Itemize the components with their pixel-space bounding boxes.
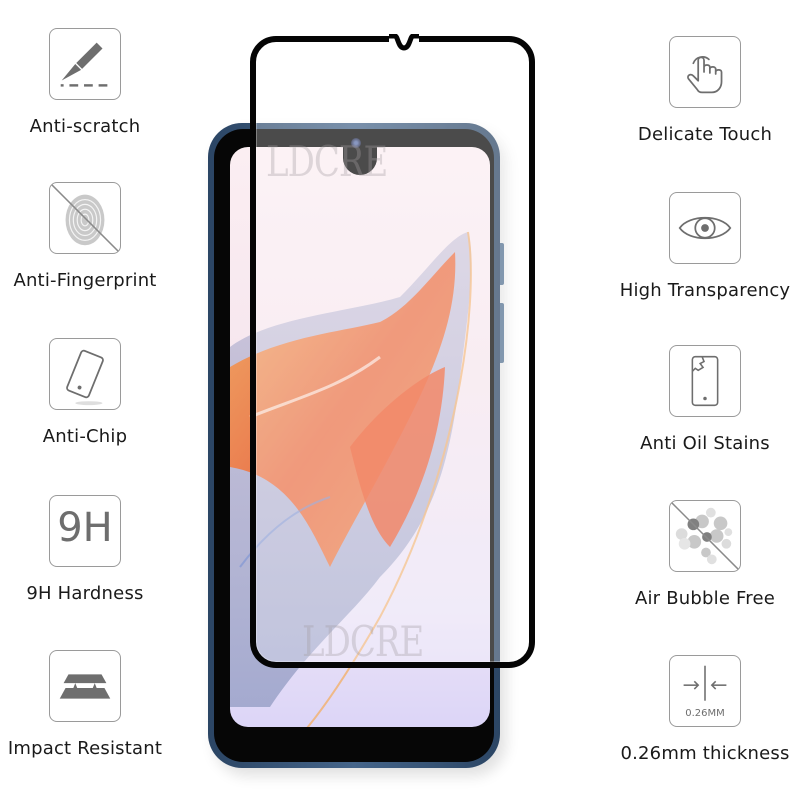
- feature-anti-fingerprint: Anti-Fingerprint: [0, 182, 180, 291]
- thickness-arrows-icon: 0.26MM: [669, 655, 741, 727]
- feature-label: High Transparency: [619, 280, 791, 301]
- crossed-fingerprint-icon: [49, 182, 121, 254]
- feature-impact-resistant: Impact Resistant: [0, 650, 180, 759]
- feature-label: Anti Oil Stains: [640, 433, 770, 454]
- touch-hand-icon: [669, 36, 741, 108]
- crossed-bubbles-icon: [669, 500, 741, 572]
- eye-icon: [669, 192, 741, 264]
- feature-anti-scratch: Anti-scratch: [0, 28, 180, 137]
- screen-protector: [250, 36, 535, 668]
- feature-anti-chip: Anti-Chip: [0, 338, 180, 447]
- tilted-phone-icon: [49, 338, 121, 410]
- layered-plates-icon: [49, 650, 121, 722]
- feature-label: Impact Resistant: [7, 738, 163, 759]
- scalpel-scratch-icon: [49, 28, 121, 100]
- feature-thickness: 0.26MM 0.26mm thickness: [610, 655, 800, 764]
- thickness-value: 0.26MM: [685, 708, 725, 719]
- feature-anti-oil-stains: Anti Oil Stains: [610, 345, 800, 454]
- feature-label: Delicate Touch: [637, 124, 773, 145]
- feature-label: Anti-scratch: [29, 116, 141, 137]
- protector-notch: [389, 34, 419, 51]
- 9h-icon-text: 9H: [57, 505, 113, 551]
- feature-label: Anti-Chip: [42, 426, 128, 447]
- feature-delicate-touch: Delicate Touch: [610, 36, 800, 145]
- feature-9h-hardness: 9H 9H Hardness: [0, 495, 180, 604]
- feature-air-bubble-free: Air Bubble Free: [610, 500, 800, 609]
- cracked-phone-icon: [669, 345, 741, 417]
- feature-label: Air Bubble Free: [634, 588, 776, 609]
- feature-label: Anti-Fingerprint: [13, 270, 157, 291]
- feature-label: 0.26mm thickness: [620, 743, 790, 764]
- feature-label: 9H Hardness: [26, 583, 144, 604]
- feature-high-transparency: High Transparency: [610, 192, 800, 301]
- 9h-icon: 9H: [49, 495, 121, 567]
